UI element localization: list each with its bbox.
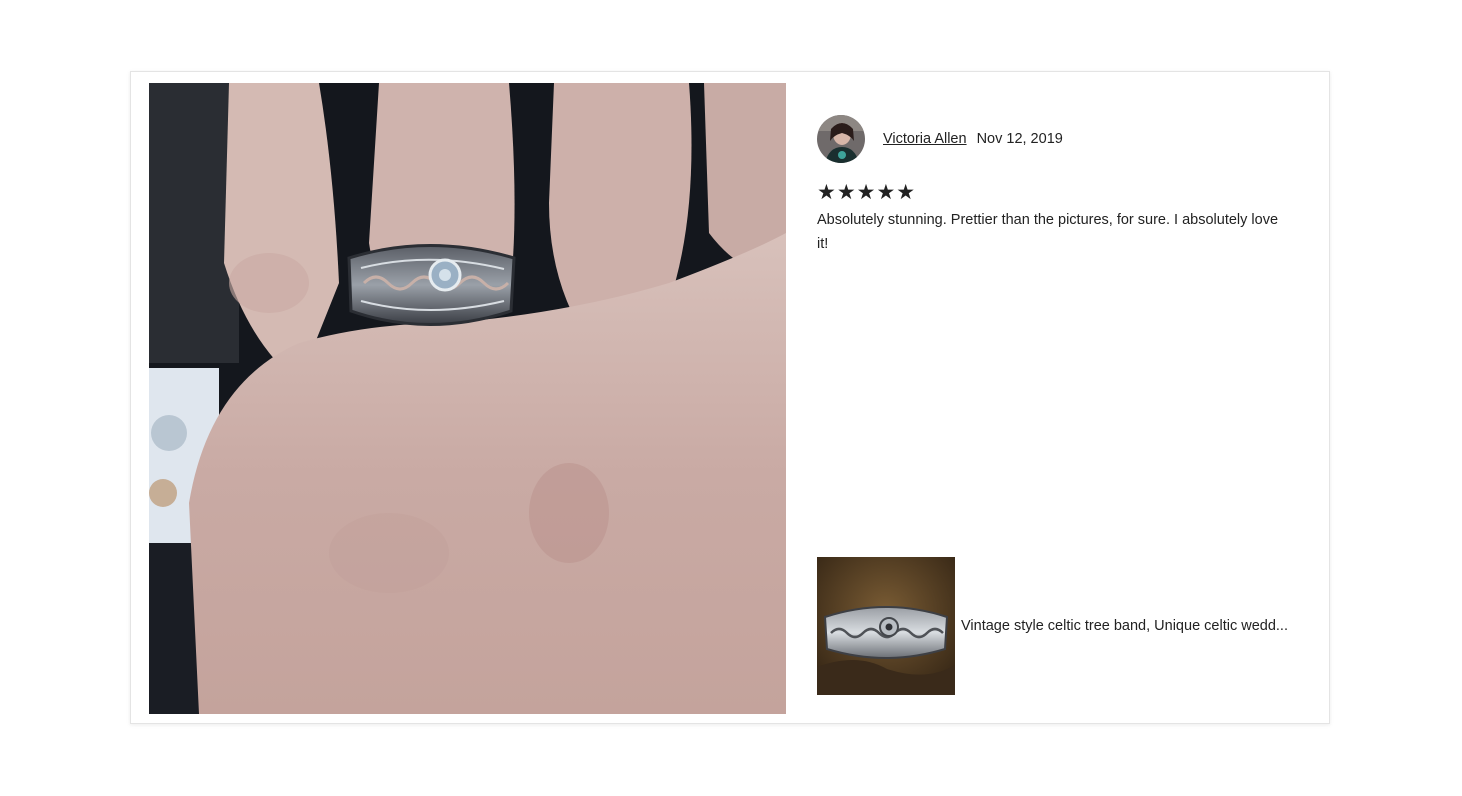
reviewer-avatar[interactable] (817, 115, 865, 163)
reviewer-row: Victoria Allen Nov 12, 2019 (817, 114, 1307, 164)
listing-thumbnail[interactable] (817, 557, 955, 695)
reviewer-name-link[interactable]: Victoria Allen (883, 131, 967, 147)
review-date: Nov 12, 2019 (976, 131, 1063, 147)
review-text: Absolutely stunning. Prettier than the p… (817, 212, 1279, 252)
star-rating: ★★★★★ (817, 181, 917, 204)
listing-link[interactable]: Vintage style celtic tree band, Unique c… (817, 557, 1311, 695)
review-photo[interactable] (149, 83, 786, 714)
review-details: Victoria Allen Nov 12, 2019 ★★★★★ Absolu… (817, 114, 1307, 695)
review-card: Victoria Allen Nov 12, 2019 ★★★★★ Absolu… (130, 71, 1330, 724)
listing-title[interactable]: Vintage style celtic tree band, Unique c… (961, 618, 1311, 634)
